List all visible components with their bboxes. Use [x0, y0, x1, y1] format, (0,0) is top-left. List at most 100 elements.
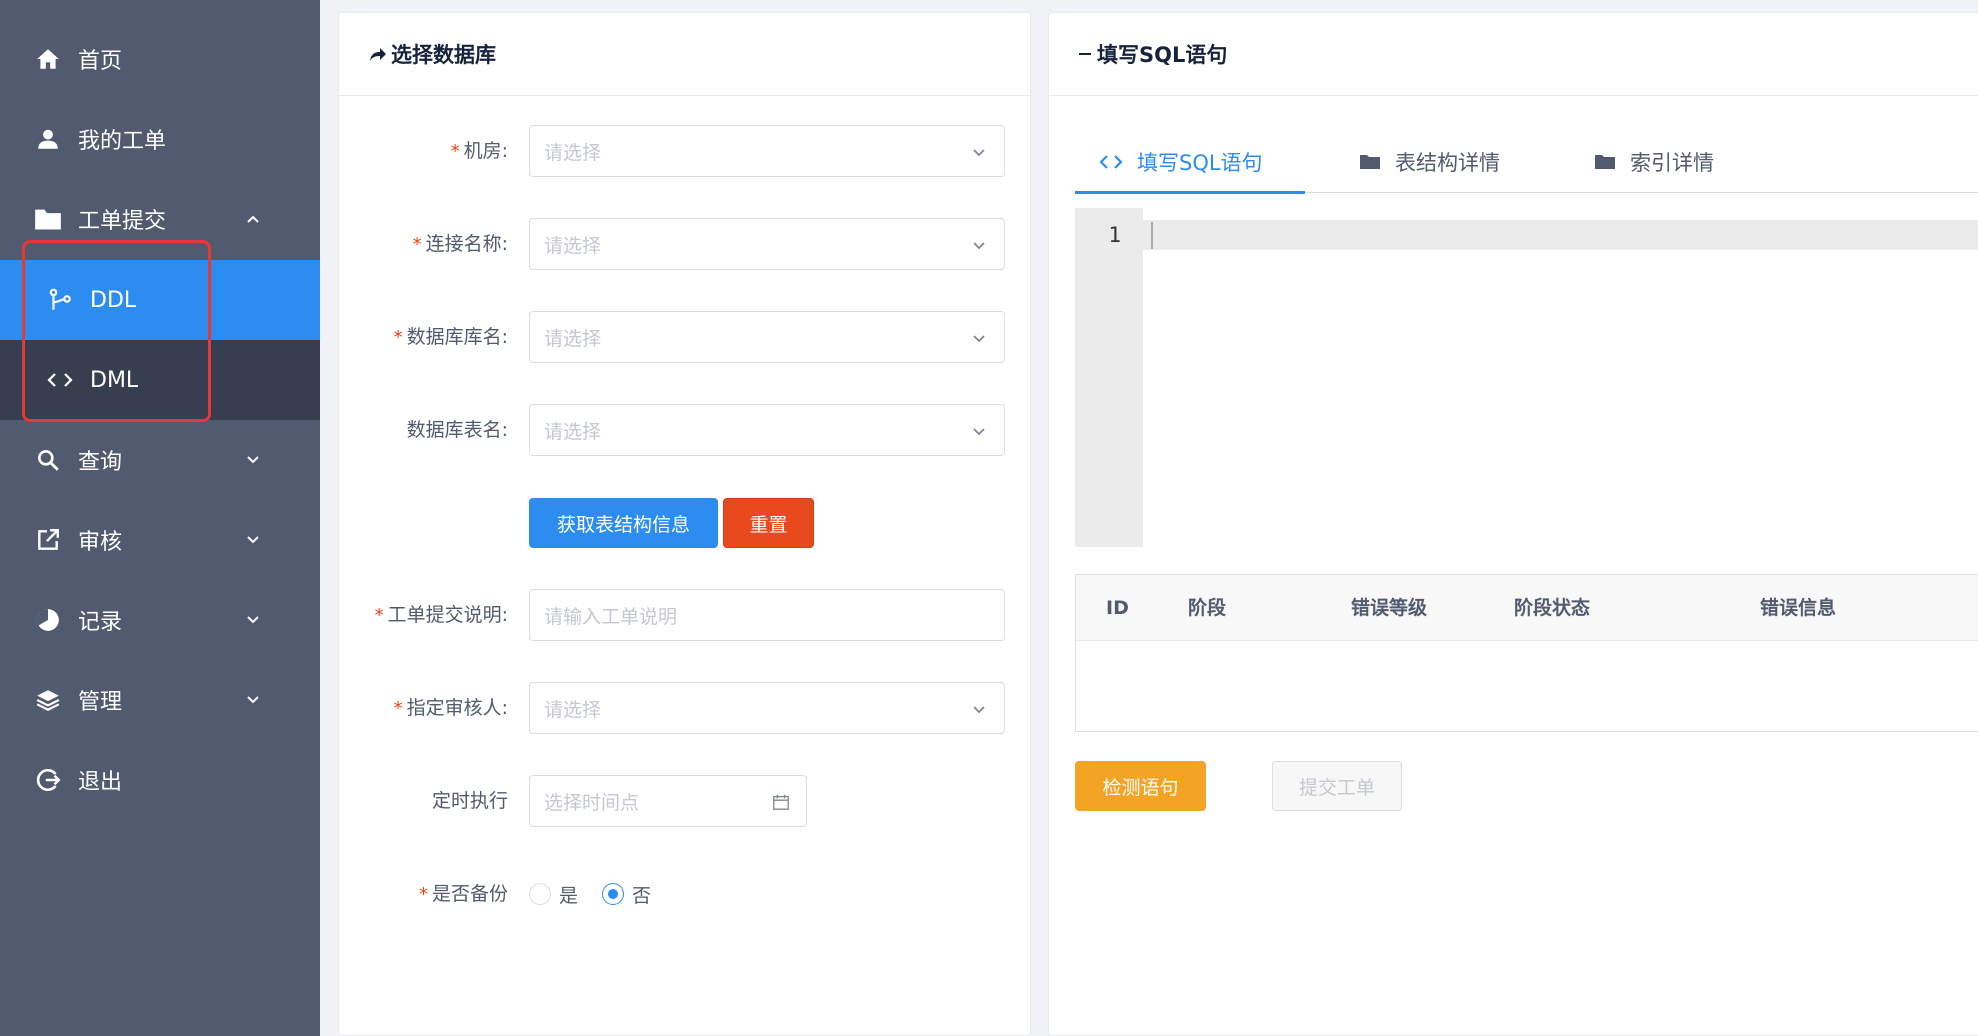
chevron-down-icon: [970, 236, 988, 254]
form-row-database: * 数据库库名: 请选择: [339, 311, 1032, 363]
folder-icon: [1594, 153, 1616, 171]
sidebar-item-home[interactable]: 首页: [0, 19, 320, 99]
table-select[interactable]: 请选择: [529, 404, 1005, 456]
share-icon: [367, 44, 387, 64]
text-cursor: [1151, 222, 1153, 249]
editor-gutter: [1075, 208, 1143, 547]
sidebar-item-my-tickets[interactable]: 我的工单: [0, 99, 320, 179]
select-database-panel: 选择数据库 * 机房: 请选择 * 连接名称: 请选择 * 数据库库名: 请选择 数: [338, 12, 1031, 1036]
backup-no-radio[interactable]: 否: [602, 881, 651, 908]
tab-table-structure[interactable]: 表结构详情: [1359, 131, 1500, 193]
check-sql-button[interactable]: 检测语句: [1075, 761, 1206, 811]
pie-chart-icon: [34, 606, 62, 634]
field-label: * 连接名称:: [412, 233, 508, 255]
sidebar-item-ticket-submit[interactable]: 工单提交: [0, 179, 320, 259]
sidebar: 首页 我的工单 工单提交 DDL DML 查询 审核 记录 管理 退出: [0, 0, 320, 1036]
field-label: * 指定审核人:: [393, 697, 508, 719]
sidebar-item-manage[interactable]: 管理: [0, 660, 320, 740]
field-label: * 工单提交说明:: [374, 604, 508, 626]
sidebar-item-records[interactable]: 记录: [0, 580, 320, 660]
field-label: * 机房:: [450, 140, 508, 162]
panel-title: 选择数据库: [391, 43, 496, 67]
chevron-up-icon: [242, 208, 264, 230]
chevron-down-icon: [970, 422, 988, 440]
column-header: ID: [1106, 597, 1129, 619]
form-row-backup: * 是否备份 是 否: [339, 868, 1032, 920]
column-header: 错误信息: [1760, 597, 1837, 619]
user-icon: [34, 125, 62, 153]
description-input[interactable]: 请输入工单说明: [529, 589, 1005, 641]
chevron-down-icon: [970, 143, 988, 161]
chevron-down-icon: [242, 529, 264, 551]
app-root: 首页 我的工单 工单提交 DDL DML 查询 审核 记录 管理 退出 选择数据…: [0, 0, 1978, 1036]
sidebar-item-label: 退出: [78, 770, 123, 795]
sidebar-item-review[interactable]: 审核: [0, 500, 320, 580]
panel-header: 填写SQL语句: [1049, 13, 1978, 96]
column-header: 阶段: [1188, 597, 1227, 619]
layers-icon: [34, 686, 62, 714]
backup-yes-radio[interactable]: 是: [529, 881, 578, 908]
check-result-table: ID 阶段 错误等级 阶段状态 错误信息: [1075, 574, 1978, 732]
chevron-down-icon: [970, 700, 988, 718]
active-line: [1075, 220, 1978, 250]
sidebar-item-label: 查询: [78, 450, 123, 475]
sql-tabs: 填写SQL语句 表结构详情 索引详情: [1075, 131, 1978, 194]
folder-icon: [1359, 153, 1381, 171]
minus-icon: [1077, 44, 1093, 64]
folder-icon: [34, 205, 62, 233]
column-header: 阶段状态: [1514, 597, 1591, 619]
code-icon: [46, 366, 74, 394]
room-select[interactable]: 请选择: [529, 125, 1005, 177]
sidebar-item-dml[interactable]: DML: [0, 340, 320, 420]
connection-select[interactable]: 请选择: [529, 218, 1005, 270]
field-label: * 是否备份: [418, 883, 508, 905]
sidebar-item-label: 管理: [78, 690, 123, 715]
sidebar-item-logout[interactable]: 退出: [0, 740, 320, 820]
home-icon: [34, 45, 62, 73]
sidebar-item-label: 首页: [78, 49, 123, 74]
form-row-table: 数据库表名: 请选择: [339, 404, 1032, 456]
sidebar-item-label: DML: [90, 367, 139, 393]
column-header: 错误等级: [1351, 597, 1428, 619]
form-row-connection: * 连接名称: 请选择: [339, 218, 1032, 270]
submit-ticket-button[interactable]: 提交工单: [1272, 761, 1402, 811]
schedule-date-picker[interactable]: 选择时间点: [529, 775, 807, 827]
chevron-down-icon: [242, 609, 264, 631]
form-row-description: * 工单提交说明: 请输入工单说明: [339, 589, 1032, 641]
sql-editor-panel: 填写SQL语句 填写SQL语句 表结构详情 索引详情 1 ID 阶段 错误等级 …: [1048, 12, 1978, 1036]
reset-button[interactable]: 重置: [723, 498, 814, 548]
field-label: 数据库表名:: [406, 419, 508, 441]
field-label: 定时执行: [431, 790, 508, 812]
sidebar-item-label: 记录: [78, 610, 123, 635]
backup-radio-group: 是 否: [529, 868, 675, 920]
database-select[interactable]: 请选择: [529, 311, 1005, 363]
tab-write-sql[interactable]: 填写SQL语句: [1099, 131, 1263, 193]
field-label: * 数据库库名:: [393, 326, 508, 348]
reviewer-select[interactable]: 请选择: [529, 682, 1005, 734]
logout-icon: [34, 766, 62, 794]
sidebar-item-label: 我的工单: [78, 129, 167, 154]
panel-header: 选择数据库: [339, 13, 1030, 96]
sidebar-item-query[interactable]: 查询: [0, 420, 320, 500]
external-link-icon: [34, 526, 62, 554]
sidebar-item-ddl[interactable]: DDL: [0, 260, 320, 340]
form-row-schedule: 定时执行 选择时间点: [339, 775, 1032, 827]
code-icon: [1099, 153, 1123, 171]
fetch-structure-button[interactable]: 获取表结构信息: [529, 498, 718, 548]
chevron-down-icon: [242, 449, 264, 471]
chevron-down-icon: [970, 329, 988, 347]
tab-index-details[interactable]: 索引详情: [1594, 131, 1714, 193]
sidebar-item-label: 审核: [78, 530, 123, 555]
panel-title: 填写SQL语句: [1097, 43, 1228, 67]
line-number: 1: [1108, 223, 1121, 247]
form-row-reviewer: * 指定审核人: 请选择: [339, 682, 1032, 734]
calendar-icon: [772, 793, 790, 811]
sidebar-item-label: 工单提交: [78, 209, 167, 234]
active-tab-indicator: [1075, 191, 1305, 194]
fork-icon: [46, 286, 74, 314]
sql-editor[interactable]: 1: [1075, 208, 1978, 547]
form-row-room: * 机房: 请选择: [339, 125, 1032, 177]
search-icon: [34, 446, 62, 474]
sidebar-item-label: DDL: [90, 287, 137, 313]
chevron-down-icon: [242, 689, 264, 711]
